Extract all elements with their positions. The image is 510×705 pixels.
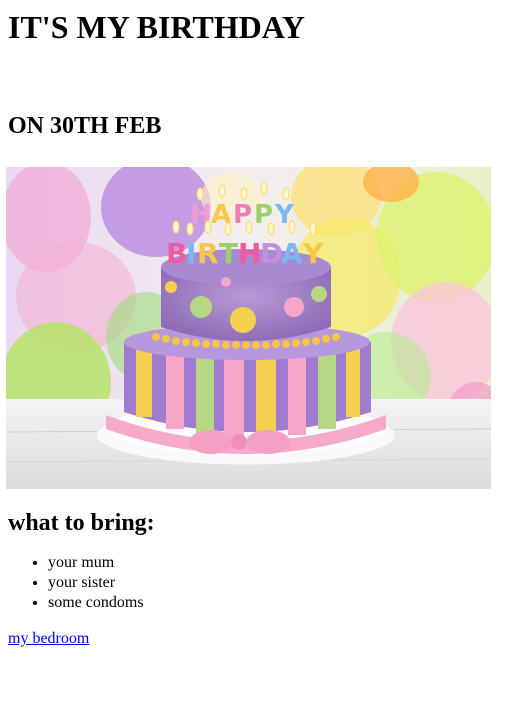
svg-text:D: D: [260, 237, 283, 270]
svg-text:I: I: [186, 237, 196, 270]
page-body: IT'S MY BIRTHDAY ON 30TH FEB H A P P Y B…: [0, 0, 510, 648]
list-item: some condoms: [48, 593, 502, 613]
svg-text:B: B: [166, 237, 187, 270]
svg-text:R: R: [197, 237, 219, 270]
page-title: IT'S MY BIRTHDAY: [8, 9, 306, 45]
list-item: your mum: [48, 553, 502, 573]
list-item: your sister: [48, 573, 502, 593]
bring-list: your mum your sister some condoms: [8, 553, 502, 613]
svg-text:H: H: [238, 237, 261, 270]
date-heading: ON 30TH FEB: [8, 113, 162, 139]
what-to-bring-heading: what to bring:: [8, 510, 155, 536]
svg-text:Y: Y: [302, 237, 324, 270]
location-link[interactable]: my bedroom: [8, 630, 89, 648]
birthday-cake-image: H A P P Y B I R T H D A Y: [6, 167, 491, 489]
svg-text:A: A: [281, 237, 303, 270]
svg-text:T: T: [219, 237, 238, 270]
